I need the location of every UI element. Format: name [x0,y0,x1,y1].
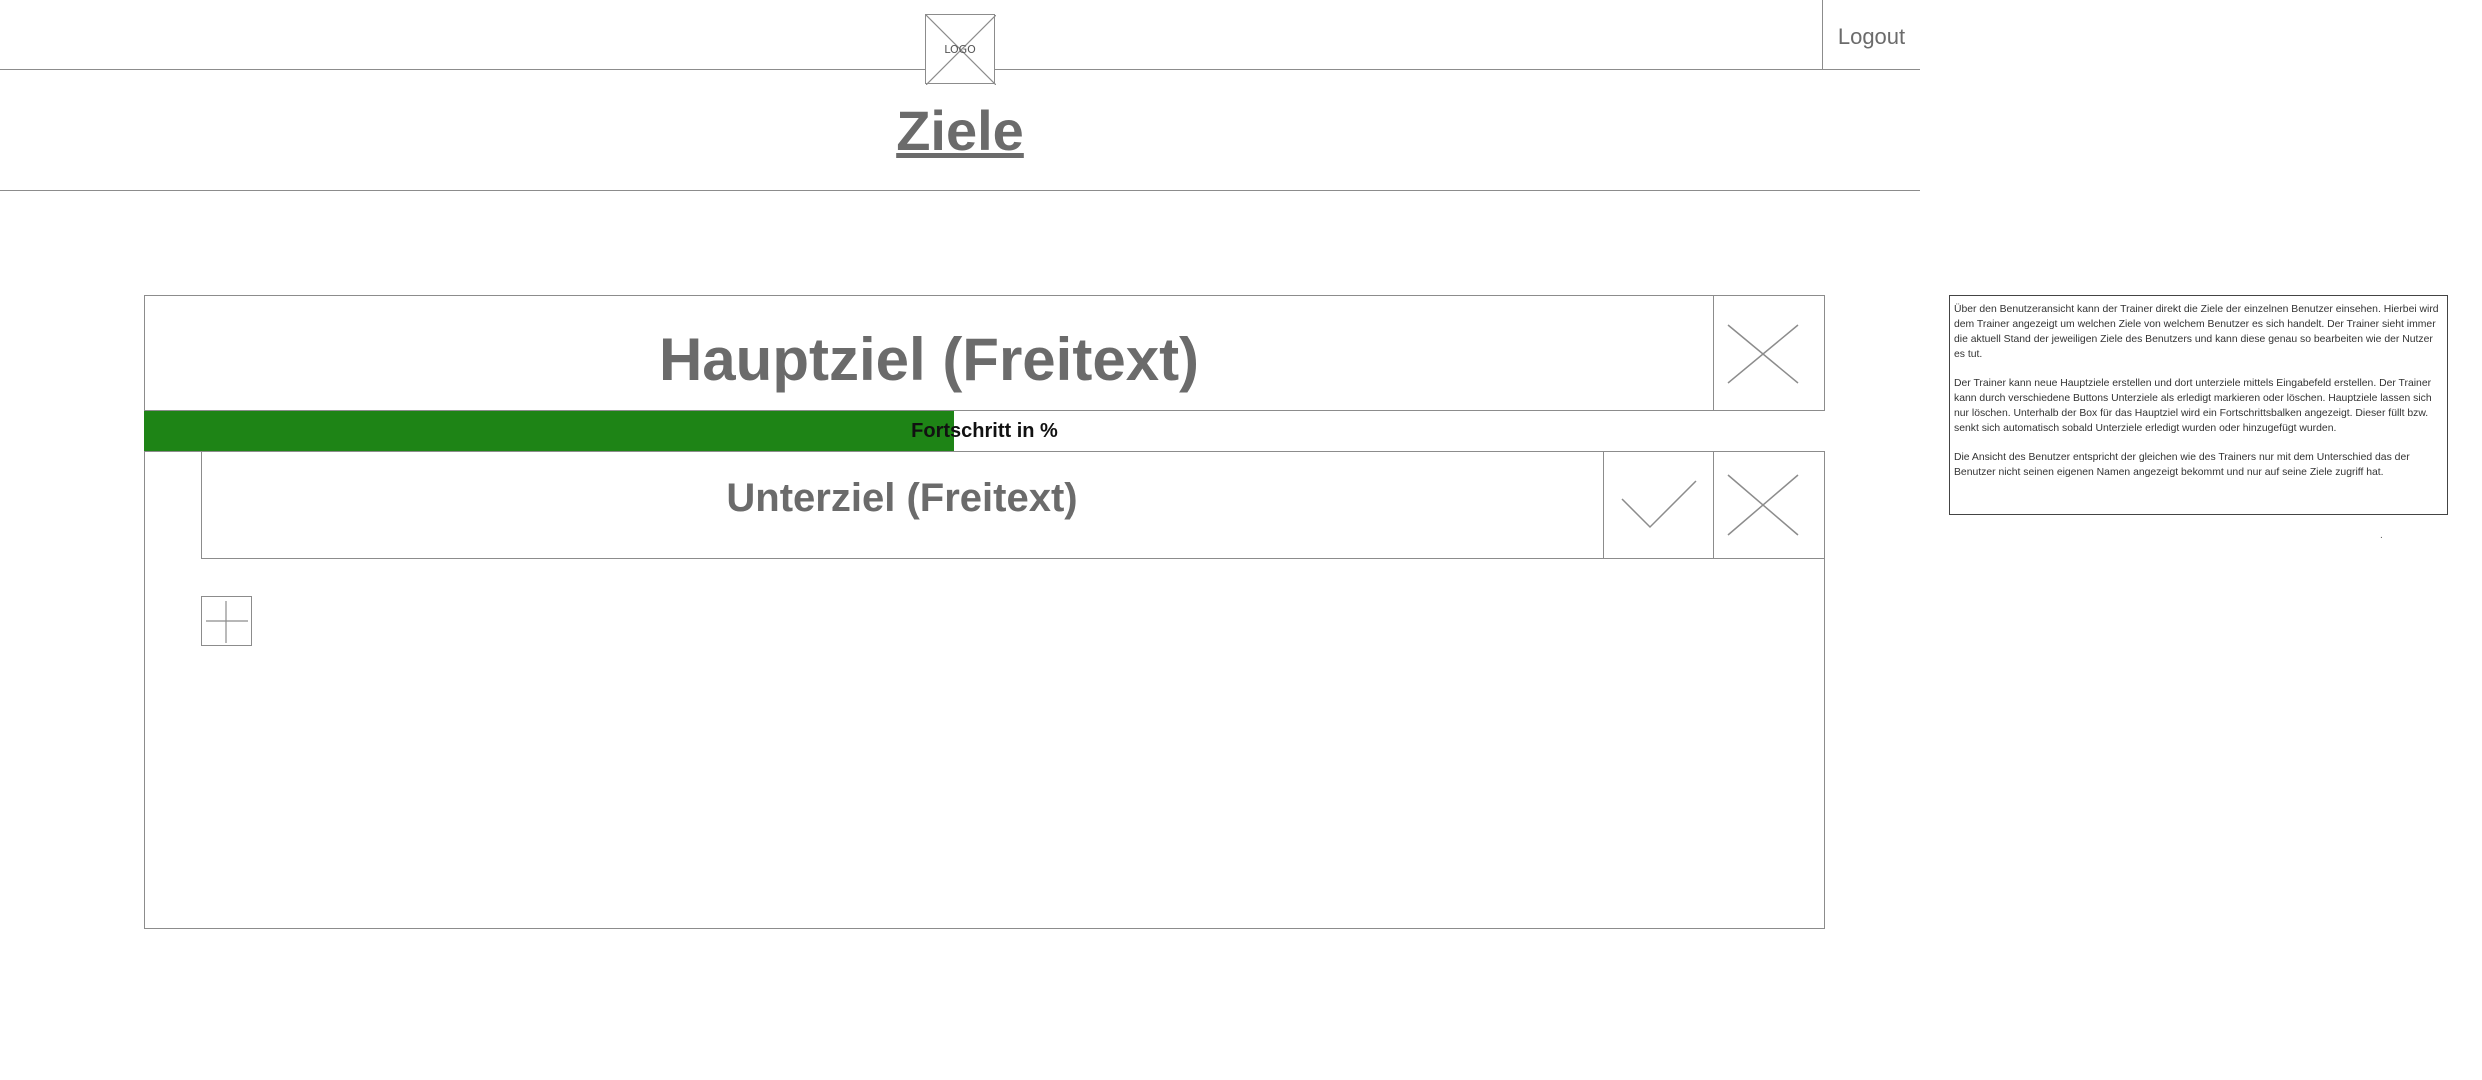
progress-bar: Fortschritt in % [144,410,1825,452]
goal-delete-button[interactable] [1713,295,1825,411]
progress-label: Fortschritt in % [911,420,1058,442]
subgoal-title[interactable]: Unterziel (Freitext) [201,476,1603,521]
annotation-note: Über den Benutzeransicht kann der Traine… [1949,295,2448,515]
title-divider [0,190,1920,191]
note-paragraph: Der Trainer kann neue Hauptziele erstell… [1954,378,2432,434]
page-title: Ziele [896,99,1024,162]
logout-label[interactable]: Logout [1823,24,1920,50]
logout-button[interactable]: Logout [1822,0,1920,70]
note-paragraph: Die Ansicht des Benutzer entspricht der … [1954,452,2410,478]
close-icon [1727,324,1799,384]
plus-icon [206,601,248,643]
logo: LOGO [925,14,996,85]
check-icon [1621,480,1697,529]
note-dot: . [2380,530,2383,541]
subgoal-delete-button[interactable] [1713,451,1825,559]
add-subgoal-button[interactable] [201,596,252,646]
note-paragraph: Über den Benutzeransicht kann der Traine… [1954,304,2439,360]
subgoal-done-button[interactable] [1603,451,1713,559]
logo-text: LOGO [944,43,976,56]
goal-title[interactable]: Hauptziel (Freitext) [144,325,1714,394]
close-icon [1727,474,1799,536]
